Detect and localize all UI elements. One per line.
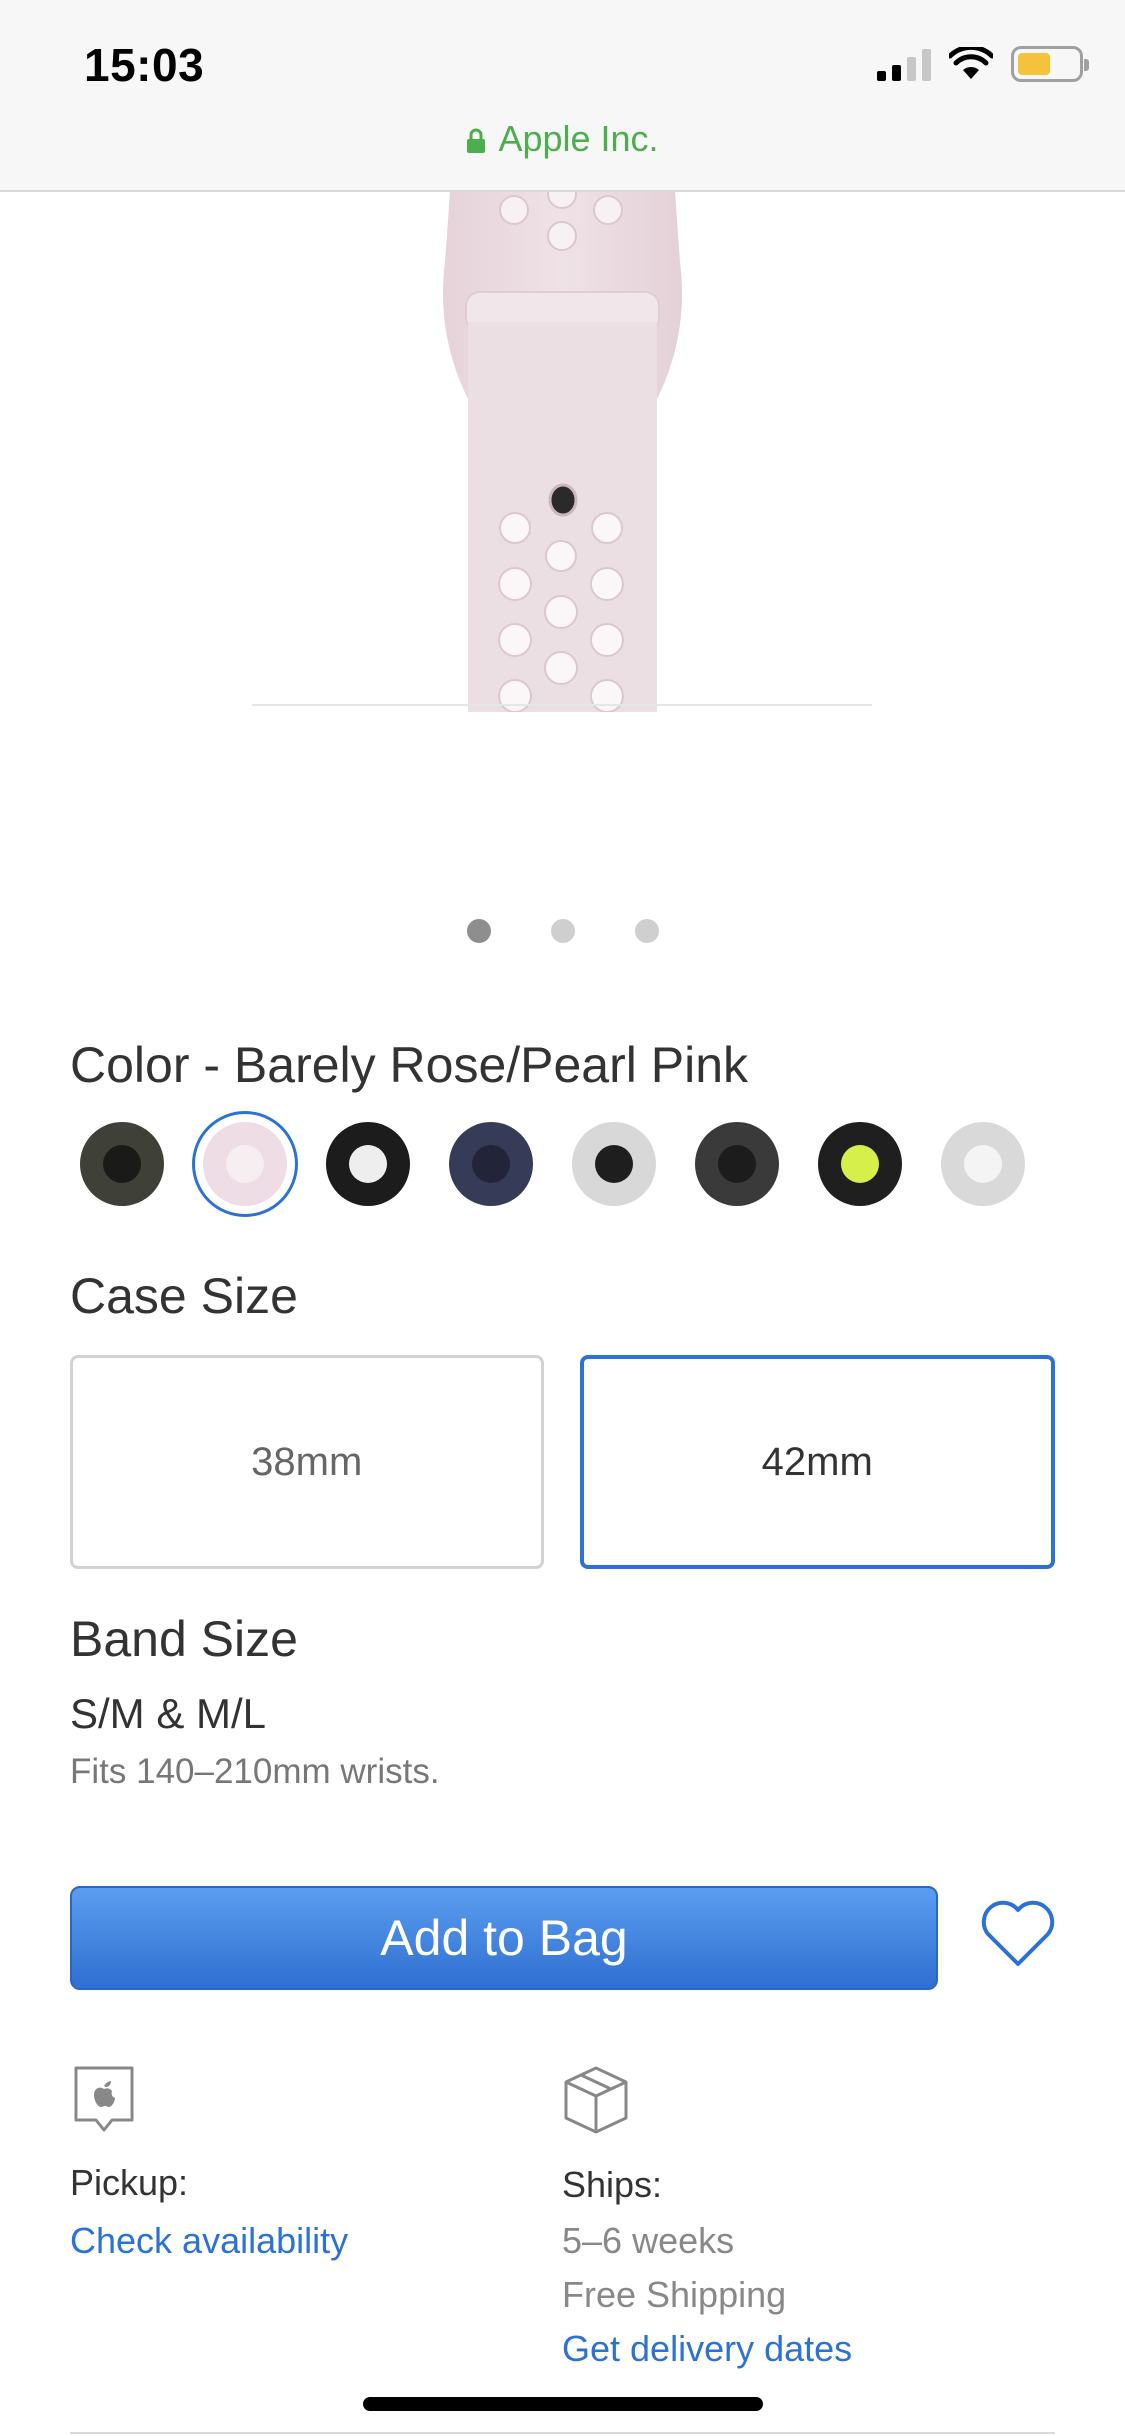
apple-store-icon — [74, 2066, 134, 2132]
pickup-label: Pickup: — [70, 2162, 189, 2203]
color-swatch[interactable] — [695, 1122, 779, 1206]
band-size-value: S/M & M/L — [70, 1690, 267, 1737]
case-size-options: 38mm 42mm — [70, 1355, 1055, 1569]
wifi-icon — [949, 47, 993, 79]
color-swatch[interactable] — [818, 1122, 902, 1206]
color-swatch[interactable] — [192, 1111, 298, 1217]
add-to-bag-button[interactable]: Add to Bag — [70, 1886, 938, 1990]
color-swatch[interactable] — [326, 1122, 410, 1206]
band-fit-note: Fits 140–210mm wrists. — [70, 1752, 440, 1791]
band-size-label: Band Size — [70, 1611, 298, 1667]
case-size-42mm-button[interactable]: 42mm — [579, 1355, 1055, 1569]
color-swatch-center — [349, 1145, 387, 1183]
shipping-box-icon — [564, 2066, 628, 2134]
color-swatch-center — [841, 1145, 879, 1183]
pickup-block: Pickup: Check availability — [70, 2162, 348, 2262]
color-swatch-center — [226, 1145, 264, 1183]
free-shipping-text: Free Shipping — [562, 2274, 787, 2315]
color-swatch[interactable] — [449, 1122, 533, 1206]
case-size-38mm-button[interactable]: 38mm — [70, 1355, 544, 1569]
color-swatch[interactable] — [572, 1122, 656, 1206]
carousel-dot[interactable] — [550, 919, 575, 943]
product-image[interactable] — [0, 192, 1125, 712]
color-swatch-center — [472, 1145, 510, 1183]
carousel-dot[interactable] — [466, 919, 491, 943]
color-swatch-center — [595, 1145, 633, 1183]
color-swatch-center — [103, 1145, 141, 1183]
check-availability-link[interactable]: Check availability — [70, 2220, 348, 2262]
section-divider — [70, 2432, 1055, 2434]
ships-block: Ships: 5–6 weeks Free Shipping Get deliv… — [562, 2164, 852, 2370]
ships-eta: 5–6 weeks — [562, 2220, 735, 2261]
status-time: 15:03 — [84, 39, 205, 91]
cellular-signal-icon — [877, 47, 931, 81]
carousel-pagination[interactable] — [0, 919, 1125, 943]
color-swatch-center — [718, 1145, 756, 1183]
site-name: Apple Inc. — [498, 118, 659, 159]
case-size-label: Case Size — [70, 1268, 298, 1324]
image-baseline — [252, 704, 872, 706]
color-swatch[interactable] — [80, 1122, 164, 1206]
get-delivery-dates-link[interactable]: Get delivery dates — [562, 2328, 852, 2370]
color-label: Color - Barely Rose/Pearl Pink — [70, 1037, 749, 1093]
url-bar[interactable]: Apple Inc. — [0, 118, 1125, 160]
carousel-dot[interactable] — [634, 919, 659, 943]
status-icons — [877, 46, 1089, 82]
battery-icon — [1011, 46, 1089, 82]
home-indicator[interactable] — [363, 2397, 763, 2411]
favorite-heart-icon[interactable] — [980, 1900, 1056, 1970]
browser-top-bar: 15:03 Apple Inc. — [0, 0, 1125, 192]
color-swatch[interactable] — [941, 1122, 1025, 1206]
ships-label: Ships: — [562, 2164, 663, 2205]
color-swatch-center — [964, 1145, 1002, 1183]
lock-icon — [467, 129, 486, 154]
color-swatches — [80, 1111, 1025, 1217]
